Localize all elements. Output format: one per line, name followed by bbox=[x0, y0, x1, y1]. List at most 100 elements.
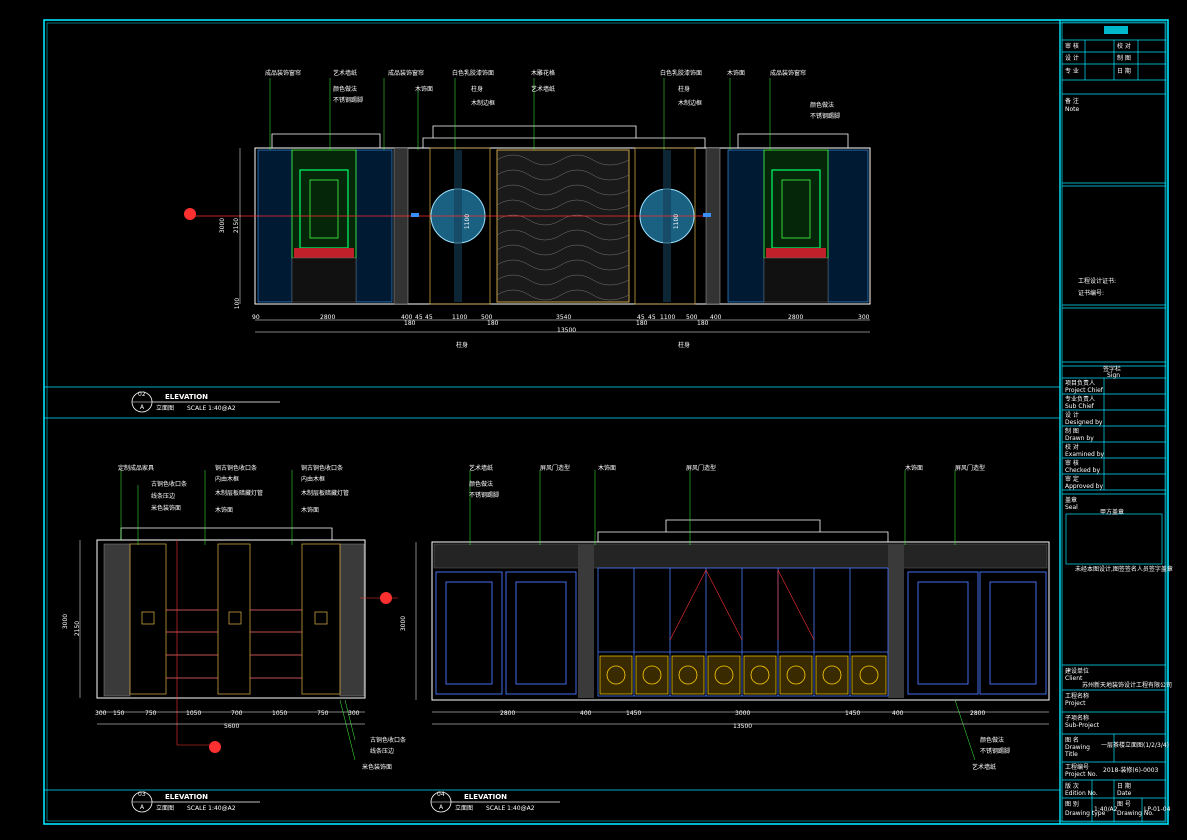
elev1-dim: 90 bbox=[252, 314, 260, 321]
axis-marker bbox=[411, 213, 419, 217]
elev3-bottom-label: 颜色做法 bbox=[980, 737, 1005, 744]
section-marker bbox=[209, 741, 221, 753]
elev1-circle-label: 1100 bbox=[464, 213, 472, 230]
tb-seal-label: 盖章 bbox=[1065, 497, 1078, 504]
elev1-sublabel: 颜色做法 bbox=[810, 102, 835, 109]
elev2-label: 铜古铜色收口条 bbox=[301, 465, 344, 472]
sheet-inner-frame bbox=[46, 22, 1166, 822]
elev2-dim: 150 bbox=[113, 710, 125, 717]
view-title-number: 03 bbox=[138, 791, 146, 798]
tb-client-en: Client bbox=[1065, 675, 1083, 682]
tb-drawing-title: 一层茶楼立面图(1/2/3/4) bbox=[1101, 742, 1170, 749]
left-stone-pilaster-3 bbox=[578, 544, 594, 698]
elev2-dim: 300 bbox=[95, 710, 107, 717]
elev1-label: 成品装饰窗帘 bbox=[265, 70, 302, 77]
elev1-dim: 45 bbox=[648, 314, 656, 321]
right-stone-panel bbox=[339, 543, 365, 697]
view-title-number: 04 bbox=[437, 791, 445, 798]
tb-top-cell: 专 业 bbox=[1065, 68, 1079, 75]
elev1-subtotal: 180 bbox=[487, 320, 499, 327]
elevation-2-cornice bbox=[120, 527, 333, 540]
tb-top-cell: 设 计 bbox=[1065, 55, 1079, 62]
tb-notes-en: Note bbox=[1065, 106, 1080, 113]
elev2-label: 古铜色收口条 bbox=[151, 481, 188, 488]
elev2-bottom-label: 古铜色收口条 bbox=[370, 737, 407, 744]
cabinet-frames bbox=[129, 543, 341, 695]
elev3-dim: 2800 bbox=[970, 710, 986, 717]
elev2-bottom-label: 线条压边 bbox=[370, 748, 395, 755]
elev2-dim: 1050 bbox=[186, 710, 202, 717]
tb-date-en: Date bbox=[1117, 790, 1132, 797]
cabinet-shelves bbox=[166, 609, 302, 679]
elev1-sublabel: 柱身 bbox=[471, 86, 484, 93]
elev3-label: 木饰面 bbox=[598, 465, 617, 472]
elev1-sublabel: 艺术墙纸 bbox=[531, 86, 556, 93]
elev2-label: 内由木框 bbox=[215, 476, 240, 483]
elev3-dim: 3000 bbox=[735, 710, 751, 717]
elev2-label: 线条压边 bbox=[151, 493, 176, 500]
elev1-dim: 45 bbox=[415, 314, 423, 321]
elev1-subtotal: 180 bbox=[636, 320, 648, 327]
tb-role-en: Drawn by bbox=[1065, 435, 1094, 442]
view-title-cn: 立面图 bbox=[156, 405, 175, 412]
central-lattice-panel bbox=[496, 149, 630, 303]
sheet-frame bbox=[43, 19, 1169, 825]
tb-type-label: 图 别 bbox=[1065, 801, 1079, 808]
elev2-label: 木制层板暗藏灯管 bbox=[215, 490, 264, 497]
tb-role: 设 计 bbox=[1065, 412, 1079, 419]
elev3-total: 13500 bbox=[733, 723, 753, 730]
tb-role: 项目负责人 bbox=[1065, 380, 1096, 387]
tb-role: 校 对 bbox=[1065, 444, 1079, 451]
tb-top-cell: 校 对 bbox=[1117, 43, 1131, 50]
elev1-height: 2150 bbox=[233, 217, 241, 234]
elev1-column-label: 柱身 bbox=[678, 342, 691, 349]
right-stone-pilaster bbox=[705, 147, 721, 305]
section-marker bbox=[184, 208, 196, 220]
elev1-dim: 1100 bbox=[660, 314, 676, 321]
tb-drawing-label: 图 名 bbox=[1065, 737, 1079, 744]
elev1-sublabel: 柱身 bbox=[678, 86, 691, 93]
elev2-dim: 300 bbox=[348, 710, 360, 717]
tb-top-cell: 制 图 bbox=[1117, 55, 1131, 62]
elev3-dim: 400 bbox=[892, 710, 904, 717]
elev1-sublabel: 木饰面 bbox=[415, 86, 434, 93]
tb-sign-en: Sign bbox=[1107, 372, 1121, 379]
elev1-sublabel: 不锈钢踢脚 bbox=[333, 97, 364, 104]
elev1-dim: 3540 bbox=[556, 314, 572, 321]
tb-client-name: 苏州新天地装饰设计工程有限公司 bbox=[1082, 682, 1173, 689]
elev3-dim: 1450 bbox=[845, 710, 861, 717]
elev3-label: 艺术墙纸 bbox=[469, 465, 494, 472]
right-stone-pilaster-3 bbox=[888, 544, 904, 698]
cabinet-ornaments bbox=[141, 611, 328, 625]
tb-role-en: Approved by bbox=[1065, 483, 1104, 490]
elev1-dim: 2800 bbox=[788, 314, 804, 321]
view-title-sheet: A bbox=[439, 804, 444, 811]
elev2-label: 木饰面 bbox=[301, 507, 320, 514]
tb-role: 审 定 bbox=[1065, 476, 1079, 483]
tb-role-en: Checked by bbox=[1065, 467, 1101, 474]
tb-date-label: 日 期 bbox=[1117, 783, 1131, 790]
elev3-label: 不锈钢踢脚 bbox=[469, 492, 500, 499]
tb-notes-label: 备 注 bbox=[1065, 98, 1079, 105]
tb-subproject-en: Sub-Project bbox=[1065, 722, 1100, 729]
elev1-dim: 45 bbox=[425, 314, 433, 321]
tb-seal-text: 甲方盖章 bbox=[1100, 509, 1125, 516]
elev2-label: 内由木框 bbox=[301, 476, 326, 483]
elev3-label: 屏风门造型 bbox=[686, 465, 717, 472]
tb-role: 审 核 bbox=[1065, 460, 1079, 467]
tb-cert-no: 证书编号: bbox=[1078, 290, 1105, 297]
elev2-label: 定制成品家具 bbox=[118, 465, 155, 472]
tb-role: 制 图 bbox=[1065, 428, 1079, 435]
elev3-dim: 400 bbox=[580, 710, 592, 717]
cad-drawing-sheet bbox=[43, 19, 1169, 825]
right-column-shaft bbox=[663, 150, 671, 302]
elevation-2-wall bbox=[96, 539, 366, 699]
elev1-dim: 300 bbox=[858, 314, 870, 321]
elev1-label: 木雕花格 bbox=[531, 70, 556, 77]
tb-project-en: Project bbox=[1065, 700, 1086, 707]
tb-role-en: Designed by bbox=[1065, 419, 1103, 426]
elev1-label: 白色乳胶漆饰面 bbox=[660, 70, 703, 77]
elev3-label: 屏风门造型 bbox=[540, 465, 571, 472]
tb-seal-note: 未经本图设计,图签签名人员签字盖章 bbox=[1075, 566, 1173, 573]
tb-drawing-en: Drawing Title bbox=[1065, 744, 1090, 758]
